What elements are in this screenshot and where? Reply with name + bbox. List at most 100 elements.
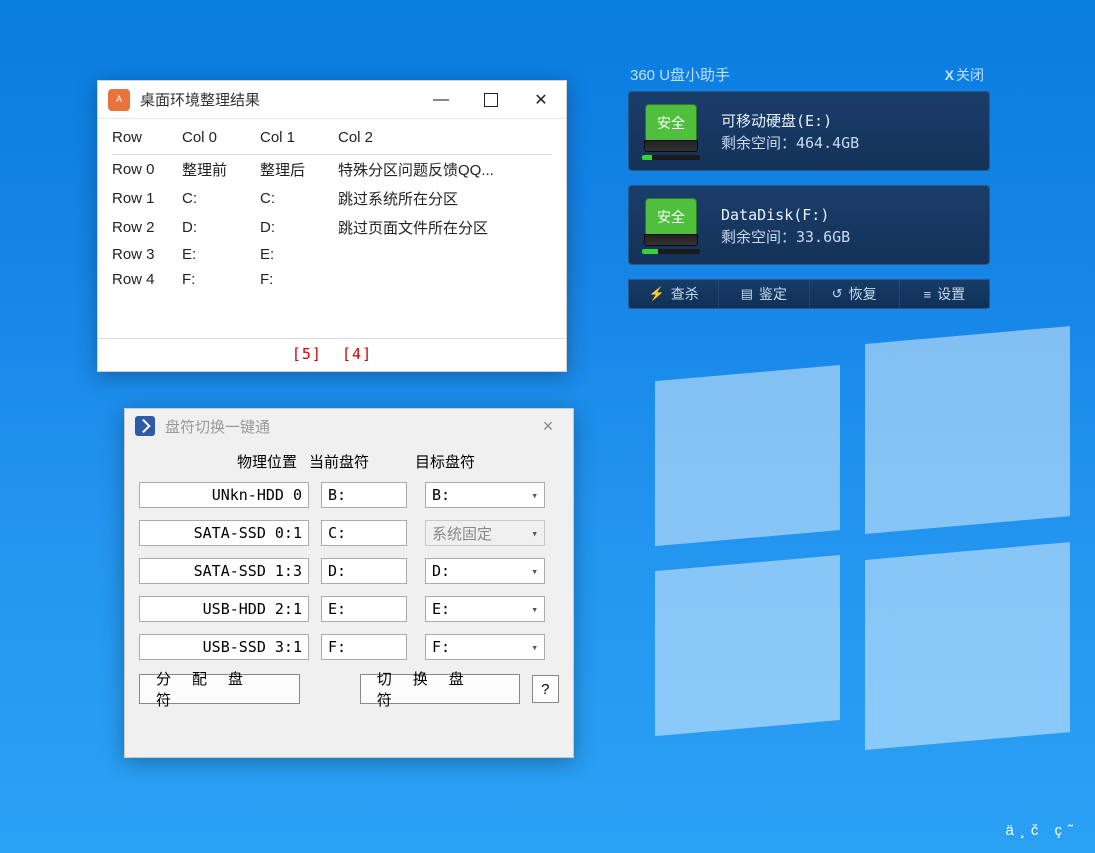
help-button[interactable]: ? [532, 675, 559, 703]
usb-disk-card[interactable]: 安全可移动硬盘(E:)剩余空间：464.4GB [628, 91, 990, 171]
target-letter-select: 系统固定▾ [425, 520, 545, 546]
toolbar-icon: ↺ [832, 286, 843, 302]
drive-row: UNkn-HDD 0 B: B:▾ [139, 482, 559, 508]
drive-row: SATA-SSD 0:1 C: 系统固定▾ [139, 520, 559, 546]
close-button[interactable]: × [533, 416, 563, 437]
physical-location: UNkn-HDD 0 [139, 482, 309, 508]
cell: Row 4 [112, 267, 182, 292]
result-footer: [5] [4] [98, 338, 566, 371]
target-letter-select[interactable]: E:▾ [425, 596, 545, 622]
current-letter: E: [321, 596, 407, 622]
usb-close-button[interactable]: X关闭 [945, 65, 984, 85]
maximize-button[interactable] [466, 81, 516, 118]
result-table: Row Col 0 Col 1 Col 2 Row 0整理前整理后特殊分区问题反… [112, 125, 552, 292]
cell: D: [182, 213, 260, 242]
target-letter-select[interactable]: F:▾ [425, 634, 545, 660]
window-title: 盘符切换一键通 [165, 416, 533, 437]
disk-space: 剩余空间：33.6GB [721, 226, 975, 249]
cell: Row 2 [112, 213, 182, 242]
toolbar-icon: ≡ [924, 287, 932, 302]
toolbar-label: 设置 [937, 284, 965, 304]
footer-link-5[interactable]: [5] [292, 345, 322, 363]
toolbar-label: 查杀 [671, 284, 699, 304]
cell: 整理后 [260, 155, 338, 185]
cell: E: [260, 242, 338, 267]
result-window: A 桌面环境整理结果 — ✕ Row Col 0 Col 1 Col 2 Row… [97, 80, 567, 372]
result-window-titlebar[interactable]: A 桌面环境整理结果 — ✕ [98, 81, 566, 119]
cell: E: [182, 242, 260, 267]
minimize-button[interactable]: — [416, 81, 466, 118]
window-title: 桌面环境整理结果 [140, 89, 416, 110]
disk-name: DataDisk(F:) [721, 204, 975, 227]
th-col0: Col 0 [182, 125, 260, 155]
disk-icon: 安全 [643, 104, 699, 160]
target-letter-select[interactable]: B:▾ [425, 482, 545, 508]
disk-name: 可移动硬盘(E:) [721, 110, 975, 133]
switch-button[interactable]: 切 换 盘 符 [360, 674, 520, 704]
chevron-down-icon: ▾ [531, 641, 538, 654]
usb-toolbar: ⚡ 查杀 ▤ 鉴定 ↺ 恢复 ≡ 设置 [628, 279, 990, 309]
toolbar-icon: ▤ [741, 286, 753, 302]
th-row: Row [112, 125, 182, 155]
usb-toolbar-恢复[interactable]: ↺ 恢复 [810, 280, 900, 308]
drive-switch-window: 盘符切换一键通 × 物理位置 当前盘符 目标盘符 UNkn-HDD 0B:B:▾… [124, 408, 574, 758]
app-icon [135, 416, 155, 436]
disk-space: 剩余空间：464.4GB [721, 132, 975, 155]
th-col2: Col 2 [338, 125, 552, 155]
current-letter: C: [321, 520, 407, 546]
cell: C: [260, 184, 338, 213]
physical-location: SATA-SSD 0:1 [139, 520, 309, 546]
current-letter: B: [321, 482, 407, 508]
physical-location: USB-HDD 2:1 [139, 596, 309, 622]
drive-row: USB-SSD 3:1 F: F:▾ [139, 634, 559, 660]
col-current: 当前盘符 [309, 451, 409, 472]
usb-helper-title: 360 U盘小助手 [630, 64, 730, 85]
disk-info: DataDisk(F:)剩余空间：33.6GB [721, 204, 975, 249]
current-letter: F: [321, 634, 407, 660]
chevron-down-icon: ▾ [531, 527, 538, 540]
table-row: Row 1C:C:跳过系统所在分区 [112, 184, 552, 213]
cell: C: [182, 184, 260, 213]
windows-logo [655, 330, 1075, 750]
drive-switch-titlebar[interactable]: 盘符切换一键通 × [125, 409, 573, 443]
cell [338, 242, 552, 267]
cell: Row 0 [112, 155, 182, 185]
chevron-down-icon: ▾ [531, 489, 538, 502]
close-button[interactable]: ✕ [516, 81, 566, 118]
table-row: Row 2D:D:跳过页面文件所在分区 [112, 213, 552, 242]
app-icon: A [108, 89, 130, 111]
corner-text: ä¸č ç˜ [1006, 822, 1080, 839]
chevron-down-icon: ▾ [531, 565, 538, 578]
target-letter-select[interactable]: D:▾ [425, 558, 545, 584]
col-physical: 物理位置 [139, 451, 309, 472]
toolbar-label: 恢复 [849, 284, 877, 304]
chevron-down-icon: ▾ [531, 603, 538, 616]
cell: 跳过页面文件所在分区 [338, 213, 552, 242]
cell: Row 1 [112, 184, 182, 213]
usb-toolbar-设置[interactable]: ≡ 设置 [900, 280, 989, 308]
usb-toolbar-查杀[interactable]: ⚡ 查杀 [629, 280, 719, 308]
disk-icon: 安全 [643, 198, 699, 254]
toolbar-icon: ⚡ [649, 286, 665, 302]
drive-row: USB-HDD 2:1 E: E:▾ [139, 596, 559, 622]
toolbar-label: 鉴定 [759, 284, 787, 304]
table-row: Row 0整理前整理后特殊分区问题反馈QQ... [112, 155, 552, 185]
current-letter: D: [321, 558, 407, 584]
cell: F: [182, 267, 260, 292]
cell: 整理前 [182, 155, 260, 185]
assign-button[interactable]: 分 配 盘 符 [139, 674, 300, 704]
cell: F: [260, 267, 338, 292]
cell: Row 3 [112, 242, 182, 267]
disk-info: 可移动硬盘(E:)剩余空间：464.4GB [721, 110, 975, 155]
physical-location: USB-SSD 3:1 [139, 634, 309, 660]
usb-disk-card[interactable]: 安全 DataDisk(F:)剩余空间：33.6GB [628, 185, 990, 265]
drive-row: SATA-SSD 1:3D:D:▾ [139, 558, 559, 584]
footer-link-4[interactable]: [4] [342, 345, 372, 363]
table-row: Row 4F:F: [112, 267, 552, 292]
cell: 特殊分区问题反馈QQ... [338, 155, 552, 185]
cell [338, 267, 552, 292]
table-row: Row 3E:E: [112, 242, 552, 267]
usb-helper-panel: 360 U盘小助手 X关闭 安全可移动硬盘(E:)剩余空间：464.4GB安全D… [628, 64, 990, 309]
usb-toolbar-鉴定[interactable]: ▤ 鉴定 [719, 280, 809, 308]
cell: D: [260, 213, 338, 242]
